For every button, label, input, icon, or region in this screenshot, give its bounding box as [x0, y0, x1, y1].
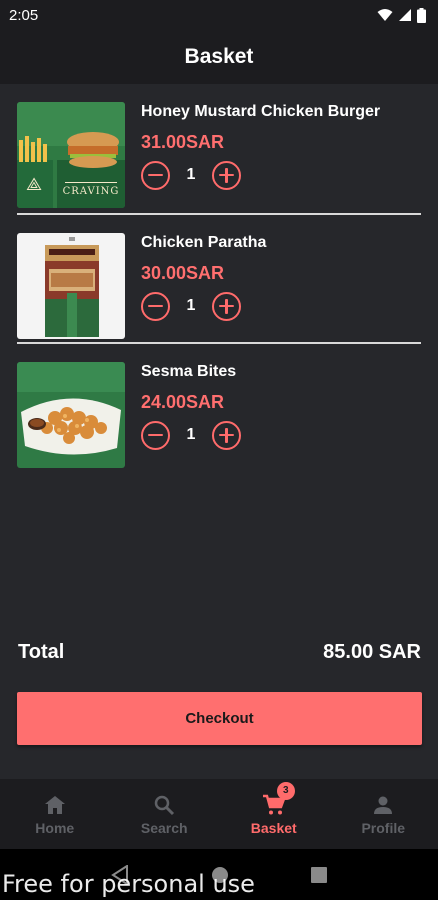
status-time: 2:05	[9, 6, 39, 24]
total-label: Total	[18, 641, 65, 663]
increase-quantity-button[interactable]	[212, 420, 241, 450]
basket-list: CRAVING ⟁ Honey Mustard Chicken Burger 3…	[0, 84, 438, 473]
decrease-quantity-button[interactable]	[141, 420, 170, 450]
nav-item-basket[interactable]: 3 Basket	[219, 779, 329, 849]
item-name: Honey Mustard Chicken Burger	[141, 103, 381, 120]
item-price: 24.00SAR	[141, 392, 225, 412]
quantity-value: 1	[186, 166, 196, 183]
quantity-stepper: 1	[141, 291, 241, 321]
item-name: Sesma Bites	[141, 363, 237, 380]
item-price: 30.00SAR	[141, 263, 225, 283]
checkout-button[interactable]: Checkout	[17, 692, 422, 745]
recents-icon[interactable]	[311, 866, 327, 883]
product-image	[17, 362, 125, 468]
increase-quantity-button[interactable]	[212, 160, 241, 190]
total-row: Total 85.00 SAR	[18, 641, 421, 664]
nav-label: Home	[35, 819, 75, 836]
svg-text:⟁: ⟁	[26, 174, 42, 195]
quantity-value: 1	[186, 297, 196, 314]
item-price: 31.00SAR	[141, 132, 225, 152]
cart-icon-wrapper: 3	[262, 781, 295, 817]
item-name: Chicken Paratha	[141, 234, 267, 251]
basket-item: Chicken Paratha 30.00SAR 1	[0, 215, 438, 344]
nav-item-profile[interactable]: Profile	[329, 779, 438, 849]
quantity-stepper: 1	[141, 420, 241, 450]
nav-label: Profile	[361, 819, 406, 836]
watermark: Free for personal use	[2, 870, 255, 898]
signal-icon	[399, 9, 411, 21]
battery-icon	[417, 7, 426, 23]
nav-item-home[interactable]: Home	[0, 779, 110, 849]
cart-count-badge: 3	[276, 781, 295, 800]
decrease-quantity-button[interactable]	[141, 291, 170, 321]
nav-label: Basket	[250, 819, 297, 836]
app-bar: Basket	[0, 30, 438, 84]
bottom-nav: Home Search 3 Basket Profile	[0, 779, 438, 849]
status-icons	[377, 7, 426, 23]
quantity-stepper: 1	[141, 160, 241, 190]
status-bar: 2:05	[0, 0, 438, 30]
total-value: 85.00 SAR	[323, 641, 421, 663]
search-icon	[155, 795, 175, 815]
basket-item: Sesma Bites 24.00SAR 1	[0, 344, 438, 473]
product-image	[17, 233, 125, 339]
nav-label: Search	[140, 819, 188, 836]
product-image: CRAVING ⟁	[17, 102, 125, 208]
nav-item-search[interactable]: Search	[110, 779, 220, 849]
person-icon	[374, 796, 393, 814]
increase-quantity-button[interactable]	[212, 291, 241, 321]
decrease-quantity-button[interactable]	[141, 160, 170, 190]
basket-item: CRAVING ⟁ Honey Mustard Chicken Burger 3…	[0, 84, 438, 215]
wifi-icon	[377, 9, 393, 21]
brand-text: CRAVING	[63, 186, 120, 197]
page-title: Basket	[184, 45, 254, 68]
home-icon	[44, 795, 65, 814]
basket-screen: 2:05 Basket CRAVING ⟁ Honey Mustard Chic…	[0, 0, 438, 900]
quantity-value: 1	[186, 426, 196, 443]
